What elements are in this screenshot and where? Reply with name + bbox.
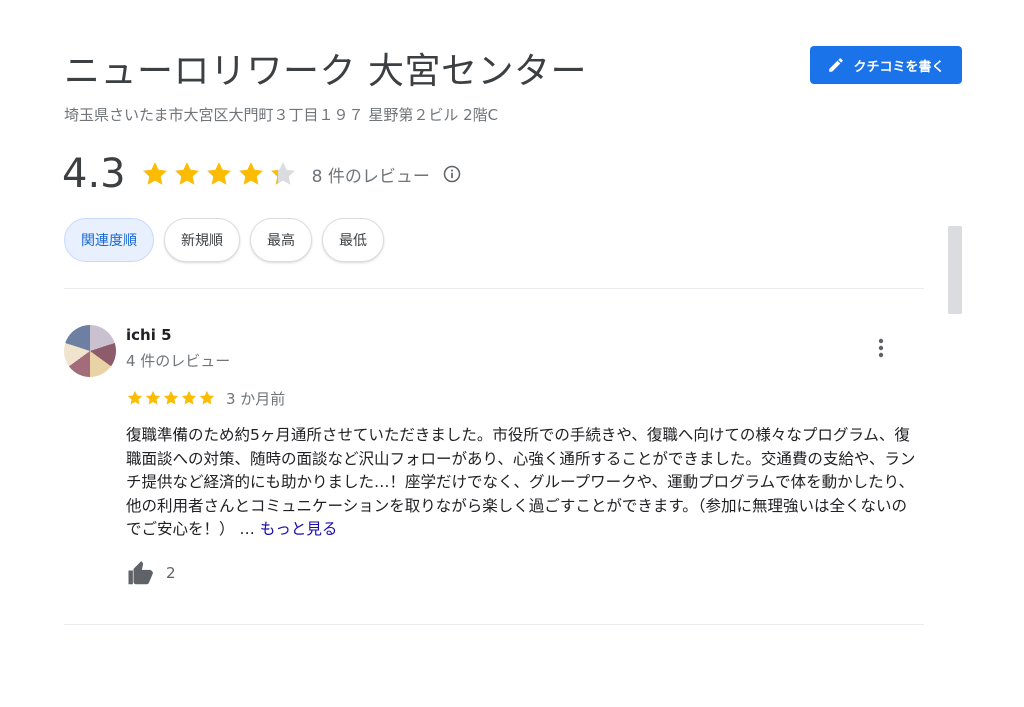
divider — [64, 624, 924, 625]
write-review-label: クチコミを書く — [853, 59, 945, 75]
like-button[interactable]: 2 — [126, 558, 176, 588]
sort-chip-lowest[interactable]: 最低 — [322, 218, 384, 262]
more-options-button[interactable] — [868, 336, 894, 360]
divider — [64, 288, 924, 289]
read-more-link[interactable]: もっと見る — [260, 520, 338, 538]
star-icon — [142, 162, 167, 185]
scrollbar-thumb[interactable] — [948, 226, 962, 314]
more-vert-icon — [878, 338, 884, 358]
sort-chips: 関連度順 新規順 最高 最低 — [64, 218, 384, 262]
write-review-button[interactable]: クチコミを書く — [810, 46, 962, 84]
place-title: ニューロリワーク 大宮センター — [64, 51, 587, 92]
star-icon — [206, 162, 231, 185]
rating-value: 4.3 — [62, 151, 126, 197]
review-star-icon — [127, 390, 143, 405]
review-star-icon — [199, 390, 215, 405]
review-star-icon — [163, 390, 179, 405]
rating-summary: 4.3 8 件のレビュー — [62, 148, 462, 200]
place-reviews-panel: ニューロリワーク 大宮センター 埼玉県さいたま市大宮区大門町３丁目１９７ 星野第… — [0, 0, 1024, 707]
reviewer-name[interactable]: ichi 5 — [126, 326, 172, 344]
like-count: 2 — [166, 564, 176, 582]
star-icon — [174, 162, 199, 185]
review-star-icon — [181, 390, 197, 405]
info-icon[interactable] — [442, 164, 462, 184]
sort-chip-newest[interactable]: 新規順 — [164, 218, 240, 262]
rating-stars — [140, 159, 298, 189]
thumbs-up-icon — [128, 561, 153, 585]
review-body: 復職準備のため約5ヶ月通所させていただきました。市役所での手続きや、復職へ向けて… — [126, 424, 916, 542]
avatar[interactable] — [64, 325, 116, 377]
reviewer-review-count: 4 件のレビュー — [126, 352, 231, 370]
review-text: 復職準備のため約5ヶ月通所させていただきました。市役所での手続きや、復職へ向けて… — [126, 426, 916, 538]
pencil-icon — [829, 58, 844, 72]
star-icon — [238, 162, 263, 185]
review-rating: 3 か月前 — [126, 388, 285, 408]
review-time: 3 か月前 — [226, 389, 286, 408]
sort-chip-highest[interactable]: 最高 — [250, 218, 312, 262]
review-count: 8 件のレビュー — [311, 166, 430, 187]
sort-chip-relevance[interactable]: 関連度順 — [64, 218, 154, 262]
review-stars — [126, 389, 216, 407]
review-star-icon — [145, 390, 161, 405]
place-address: 埼玉県さいたま市大宮区大門町３丁目１９７ 星野第２ビル 2階C — [64, 106, 499, 124]
star-icon — [270, 162, 295, 185]
